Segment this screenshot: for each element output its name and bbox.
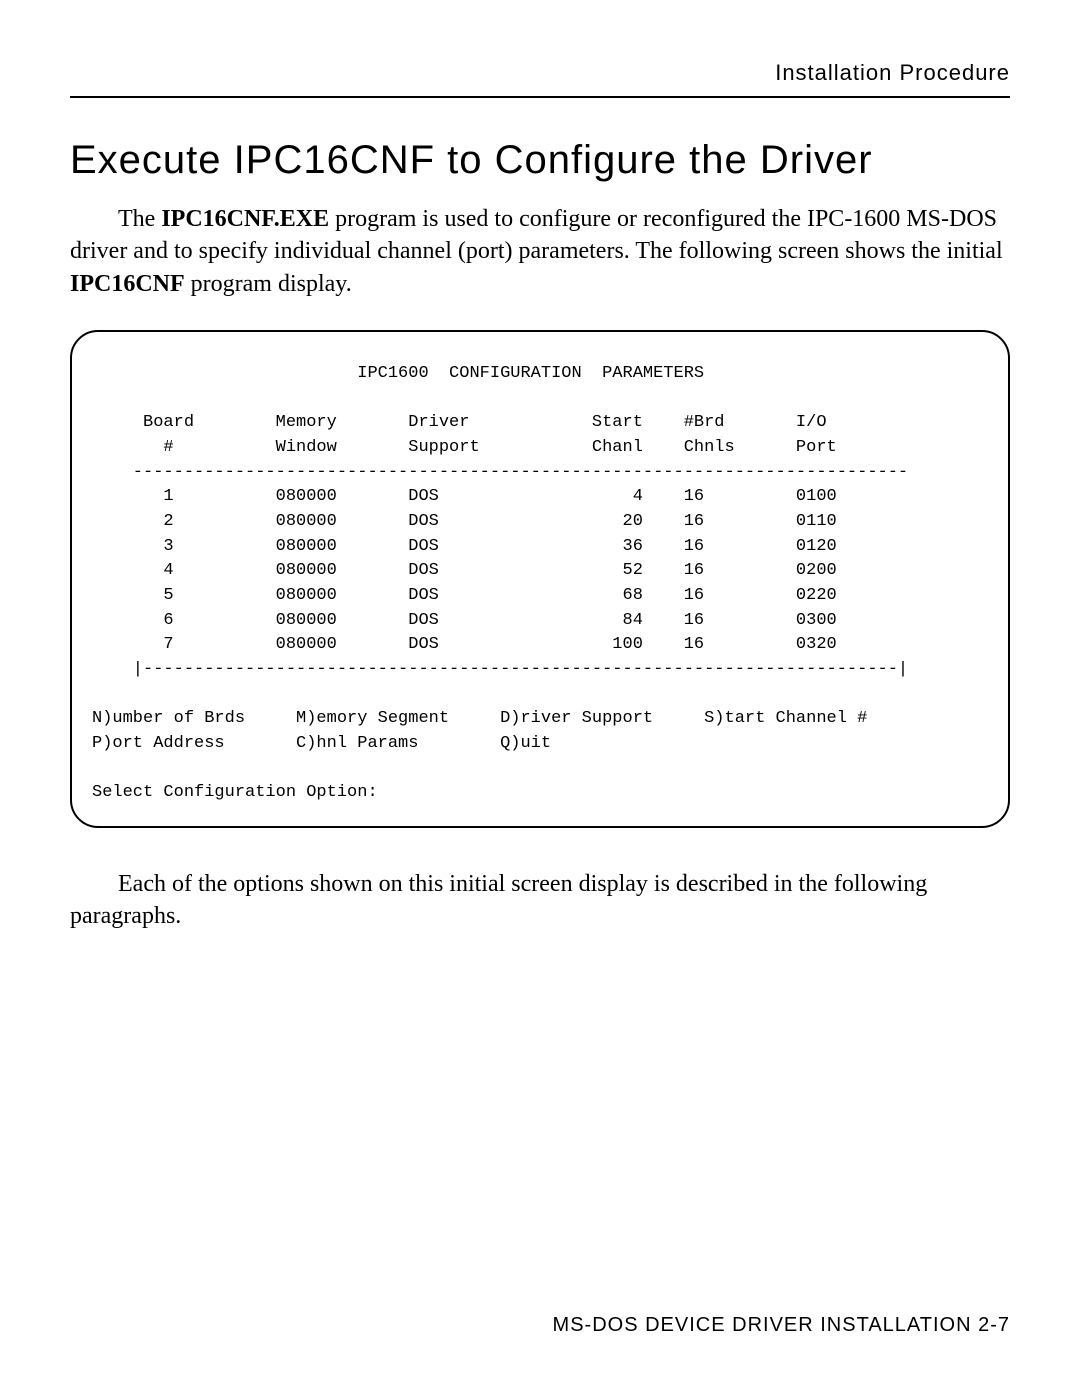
intro-bold-2: IPC16CNF	[70, 271, 185, 297]
intro-text-e: program display.	[185, 271, 352, 297]
section-heading: Execute IPC16CNF to Configure the Driver	[70, 138, 1010, 183]
running-head: Installation Procedure	[70, 60, 1010, 96]
outro-paragraph: Each of the options shown on this initia…	[70, 868, 1010, 933]
intro-text-a: The	[118, 206, 161, 232]
terminal-screen: IPC1600 CONFIGURATION PARAMETERS Board M…	[70, 330, 1010, 828]
terminal-content: IPC1600 CONFIGURATION PARAMETERS Board M…	[92, 362, 988, 806]
running-head-text: Installation Procedure	[775, 60, 1010, 85]
intro-bold-1: IPC16CNF.EXE	[161, 206, 329, 232]
page-footer: MS-DOS DEVICE DRIVER INSTALLATION 2-7	[553, 1314, 1010, 1337]
intro-paragraph: The IPC16CNF.EXE program is used to conf…	[70, 203, 1010, 300]
header-rule	[70, 96, 1010, 98]
